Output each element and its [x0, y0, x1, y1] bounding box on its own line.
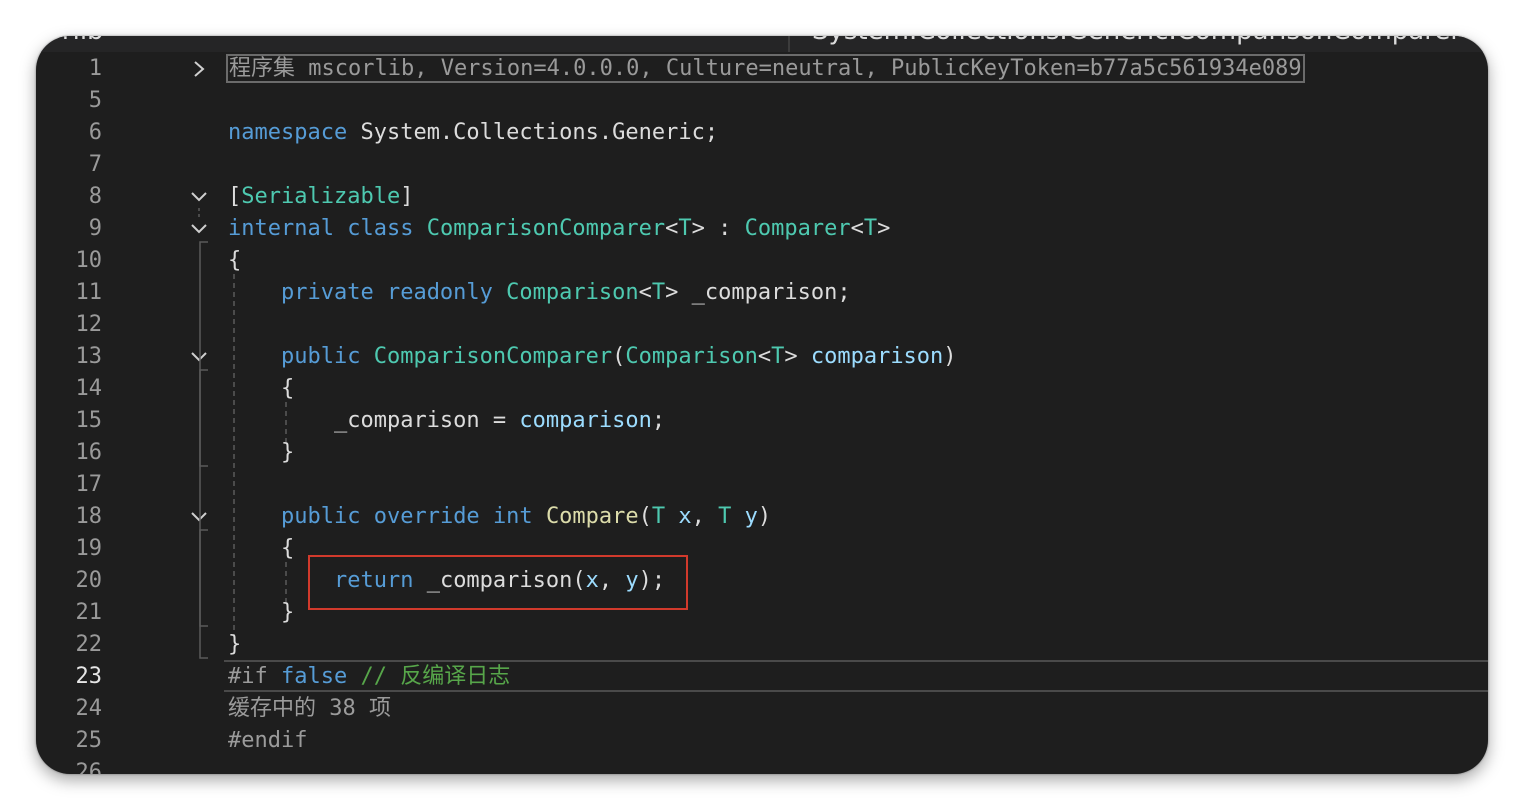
keyword: class	[347, 216, 414, 241]
generic-open: <	[850, 216, 864, 241]
type-name: Comparison	[506, 280, 639, 305]
code-line-19[interactable]: {	[228, 533, 294, 565]
code-line-25[interactable]: #endif	[228, 725, 307, 757]
breadcrumb-separator	[788, 36, 790, 52]
parameter-name: x	[678, 504, 692, 529]
code-line-1[interactable]: 程序集 mscorlib, Version=4.0.0.0, Culture=n…	[226, 53, 1305, 85]
attribute-name: Serializable	[241, 184, 401, 209]
code-line-14[interactable]: {	[228, 373, 294, 405]
parameter-name: comparison	[519, 408, 652, 433]
code-line-23[interactable]: #if false // 反编译日志	[228, 661, 510, 693]
keyword: namespace	[228, 120, 348, 145]
paren: )	[757, 504, 772, 529]
paren: (	[638, 504, 652, 529]
parameter-name: comparison	[810, 344, 944, 369]
code-line-6[interactable]: namespace System.Collections.Generic;	[228, 117, 718, 149]
type-parameter: T	[678, 216, 692, 241]
type-parameter: T	[863, 216, 878, 241]
keyword: public	[280, 344, 361, 369]
constructor-name: ComparisonComparer	[373, 344, 613, 369]
code-line-16[interactable]: }	[228, 437, 294, 469]
keyword: internal	[228, 216, 334, 241]
code-line-8[interactable]: [Serializable]	[228, 181, 413, 213]
keyword: int	[492, 504, 533, 529]
keyword: false	[281, 664, 348, 689]
brace: }	[280, 440, 295, 465]
code-line-10[interactable]: {	[228, 245, 241, 277]
semicolon: ;	[651, 408, 666, 433]
type-parameter: T	[651, 504, 666, 529]
bracket: ]	[400, 184, 414, 209]
assembly-info-collapsed[interactable]: 程序集 mscorlib, Version=4.0.0.0, Culture=n…	[226, 54, 1305, 83]
code-line-13[interactable]: public ComparisonComparer(Comparison<T> …	[228, 341, 957, 373]
code-editor-window: orlib System.Collections.Generic.Compari…	[36, 36, 1488, 774]
namespace-name: System.Collections.Generic;	[347, 120, 719, 145]
generic-open: <	[638, 280, 652, 305]
generic-close: >	[691, 216, 705, 241]
inheritance-colon: :	[704, 216, 745, 241]
paren: (	[612, 344, 626, 369]
parameter-name: y	[744, 504, 758, 529]
highlight-annotation-box	[308, 555, 688, 610]
generic-open: <	[665, 216, 679, 241]
generic-open: <	[757, 344, 772, 369]
keyword: public	[280, 504, 361, 529]
generic-close: >	[665, 280, 679, 305]
code-line-22[interactable]: }	[228, 629, 241, 661]
brace: {	[280, 536, 295, 561]
preprocessor-directive: #if	[228, 664, 268, 689]
code-line-15[interactable]: _comparison = comparison;	[228, 405, 665, 437]
field-name: _comparison	[333, 408, 480, 433]
type-parameter: T	[651, 280, 666, 305]
keyword: private	[280, 280, 374, 305]
comment: // 反编译日志	[360, 664, 511, 689]
code-line-11[interactable]: private readonly Comparison<T> _comparis…	[228, 277, 851, 309]
method-name: Compare	[545, 504, 639, 529]
generic-close: >	[784, 344, 798, 369]
class-name: ComparisonComparer	[426, 216, 666, 241]
brace: {	[280, 376, 295, 401]
brace: }	[280, 600, 295, 625]
type-parameter: T	[771, 344, 785, 369]
comma: ,	[691, 504, 719, 529]
generic-close: >	[877, 216, 891, 241]
base-class-name: Comparer	[744, 216, 851, 241]
paren: )	[943, 344, 957, 369]
keyword: readonly	[386, 280, 493, 305]
code-line-21[interactable]: }	[228, 597, 294, 629]
type-name: Comparison	[625, 344, 758, 369]
field-name: _comparison;	[678, 280, 851, 305]
code-line-18[interactable]: public override int Compare(T x, T y)	[228, 501, 771, 533]
type-parameter: T	[718, 504, 732, 529]
assign-operator: =	[479, 408, 520, 433]
code-line-24[interactable]: 缓存中的 38 项	[228, 693, 391, 725]
bracket: [	[228, 184, 242, 209]
keyword: override	[373, 504, 480, 529]
breadcrumb-type[interactable]: System.Collections.Generic.ComparisonCom…	[812, 36, 1488, 46]
code-line-9[interactable]: internal class ComparisonComparer<T> : C…	[228, 213, 890, 245]
